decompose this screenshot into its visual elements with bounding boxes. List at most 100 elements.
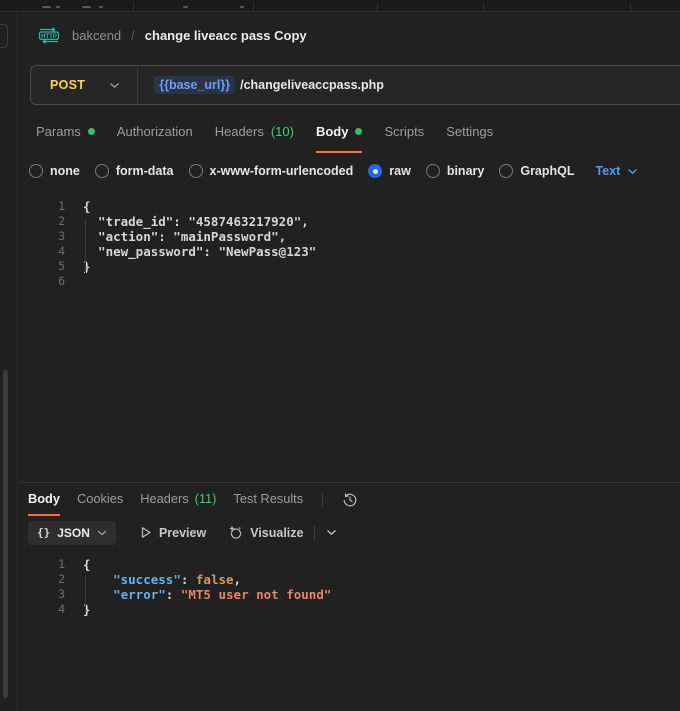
radio-option-binary[interactable]: binary [426,164,485,178]
line-number: 1 [19,557,65,572]
request-title[interactable]: change liveacc pass Copy [145,28,307,43]
line-number: 4 [19,602,65,617]
http-request-icon: HTTP [36,27,62,44]
tab-label: Cookies [77,491,123,506]
radio-unselected-icon[interactable] [189,164,203,178]
line-number: 1 [19,199,65,214]
tab-settings[interactable]: Settings [446,112,493,153]
method-selector[interactable]: POST [31,78,120,92]
tab-label: Test Results [233,491,303,506]
code-line: 4 "new_password": "NewPass@123" [19,244,680,259]
tab-test-results[interactable]: Test Results [233,483,303,516]
radio-unselected-icon[interactable] [95,164,109,178]
code-line: 5} [19,259,680,274]
chevron-down-icon[interactable] [326,529,337,536]
url-bar: POST {{base_url}} /changeliveaccpass.php [30,65,680,105]
tab-label: Body [316,124,349,139]
raw-format-label: Text [596,164,621,178]
code-text: "error": "MT5 user not found" [83,587,331,602]
visualize-button[interactable]: Visualize [228,525,303,540]
chevron-down-icon [97,530,107,536]
code-line: 1{ [19,199,680,214]
url-path: /changeliveaccpass.php [240,78,384,92]
unsaved-dot-icon [88,128,95,135]
breadcrumb-collection[interactable]: bakcend [72,28,121,43]
tab-label: Scripts [384,124,424,139]
response-body-editor[interactable]: 1{2 "success": false,3 "error": "MT5 use… [19,549,680,617]
radio-option-x-www-form-urlencoded[interactable]: x-www-form-urlencoded [189,164,354,178]
radio-option-label: binary [447,164,485,178]
tab-fragment [56,6,60,8]
tab-label: Settings [446,124,493,139]
tab-label: Params [36,124,81,139]
tab-body[interactable]: Body [28,483,60,516]
request-body-editor[interactable]: 1{2 "trade_id": "4587463217920",3 "actio… [19,189,680,482]
raw-format-selector[interactable]: Text [596,164,639,178]
radio-option-form-data[interactable]: form-data [95,164,174,178]
radio-option-graphql[interactable]: GraphQL [499,164,574,178]
preview-button[interactable]: Preview [140,526,206,540]
tabs-divider [322,493,323,507]
radio-unselected-icon[interactable] [29,164,43,178]
breadcrumb-separator: / [131,28,135,43]
code-line: 6 [19,274,680,288]
line-number: 3 [19,587,65,602]
breadcrumb: HTTP bakcend / change liveacc pass Copy [19,13,680,58]
response-format-button[interactable]: {} JSON [28,521,116,545]
tab-authorization[interactable]: Authorization [117,112,193,153]
workspace-tab-strip[interactable] [0,0,680,12]
sidebar-button-partial[interactable] [0,24,8,48]
magic-sparkle-icon [228,525,243,540]
svg-text:HTTP: HTTP [41,34,57,40]
tab-divider [133,2,134,12]
request-panel: HTTP bakcend / change liveacc pass Copy … [19,13,680,711]
response-tabs: Body Cookies Headers(11) Test Results [19,483,680,516]
history-clock-icon[interactable] [342,492,358,508]
tab-label: Authorization [117,124,193,139]
code-line: 2 "trade_id": "4587463217920", [19,214,680,229]
radio-option-none[interactable]: none [29,164,80,178]
radio-unselected-icon[interactable] [426,164,440,178]
code-text: { [83,199,91,214]
tab-params[interactable]: Params [36,112,95,153]
response-toolbar: {} JSON Preview [19,516,680,549]
indent-guide [85,575,86,611]
code-text: "new_password": "NewPass@123" [83,244,316,259]
chevron-down-icon [109,82,120,89]
play-icon [140,526,152,539]
tab-headers[interactable]: Headers(11) [140,483,216,516]
radio-option-label: none [50,164,80,178]
code-text: { [83,557,91,572]
line-number: 3 [19,229,65,244]
radio-option-label: x-www-form-urlencoded [210,164,354,178]
url-variable-chip[interactable]: {{base_url}} [154,76,235,94]
tab-divider [377,2,378,12]
request-tabs: Params Authorization Headers (10) Body Script… [19,112,680,153]
tab-label: Body [28,491,60,506]
scrollbar-thumb[interactable] [3,370,8,698]
line-number: 2 [19,572,65,587]
tab-divider [630,2,631,12]
code-line: 3 "action": "mainPassword", [19,229,680,244]
radio-selected-icon[interactable] [368,164,382,178]
tab-headers[interactable]: Headers (10) [215,112,294,153]
preview-label: Preview [159,526,206,540]
tab-count-badge: (10) [271,124,294,139]
tab-fragment [240,6,244,8]
method-label: POST [50,78,85,92]
body-type-options: none form-data x-www-form-urlencoded raw bin… [29,164,575,178]
radio-unselected-icon[interactable] [499,164,513,178]
tab-cookies[interactable]: Cookies [77,483,123,516]
body-type-row: none form-data x-www-form-urlencoded raw bin… [19,153,680,189]
radio-option-raw[interactable]: raw [368,164,411,178]
tab-scripts[interactable]: Scripts [384,112,424,153]
url-input[interactable]: {{base_url}} /changeliveaccpass.php [138,76,384,94]
indent-guide [85,218,86,273]
tab-label: Headers [215,124,264,139]
radio-option-label: raw [389,164,411,178]
tab-fragment [99,6,103,8]
url-row: POST {{base_url}} /changeliveaccpass.php [19,58,680,112]
line-number: 2 [19,214,65,229]
tab-body[interactable]: Body [316,112,363,153]
code-line: 3 "error": "MT5 user not found" [19,587,680,602]
